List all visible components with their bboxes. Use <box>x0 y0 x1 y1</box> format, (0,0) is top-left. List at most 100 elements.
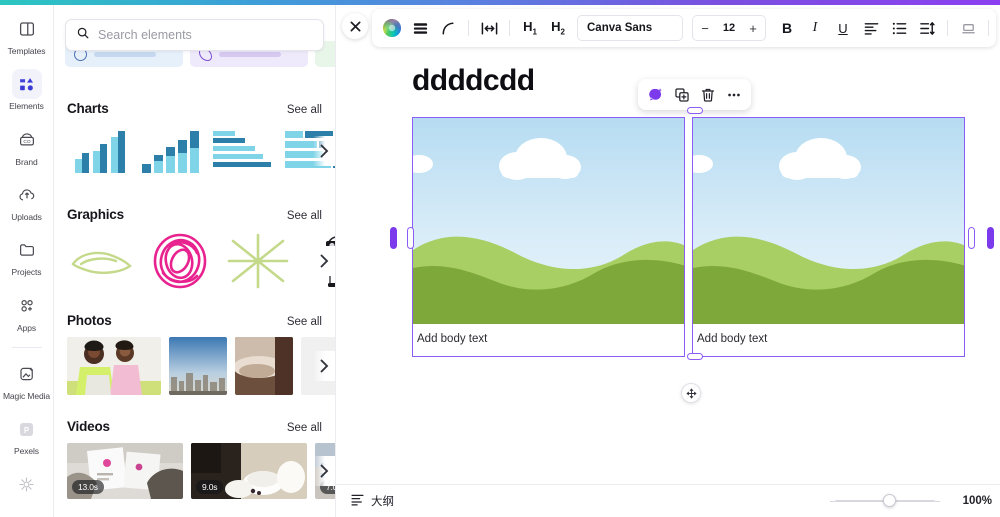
templates-icon <box>12 14 42 44</box>
left-sidebar-rail: Templates Elements CO Brand Uploads Proj… <box>0 0 54 517</box>
font-size-decrease[interactable]: − <box>695 21 715 36</box>
trash-icon[interactable] <box>696 83 719 106</box>
slide-1[interactable]: Add body text <box>412 117 685 357</box>
zoom-level-value: 100% <box>962 495 992 507</box>
color-wheel-icon[interactable] <box>379 15 405 41</box>
outline-toggle-button[interactable]: 大纲 <box>350 492 394 510</box>
see-all-charts[interactable]: See all <box>287 104 322 116</box>
charts-thumb-row <box>54 125 335 177</box>
section-videos: Videos See all 13.0s 9.0s 7. <box>54 419 335 499</box>
resize-handle-top-middle[interactable] <box>687 107 703 114</box>
sidebar-item-templates[interactable]: Templates <box>1 12 53 58</box>
zoom-track[interactable] <box>835 494 935 507</box>
heading-1-button[interactable]: H1 <box>517 15 543 41</box>
sidebar-item-brand[interactable]: CO Brand <box>1 123 53 169</box>
sidebar-item-label: Uploads <box>11 212 42 223</box>
sidebar-divider <box>11 347 42 349</box>
sidebar-item-magic-media[interactable]: Magic Media <box>1 357 53 403</box>
see-all-photos[interactable]: See all <box>287 316 322 328</box>
sidebar-item-pexels[interactable]: P Pexels <box>1 412 53 458</box>
bottom-status-bar: 大纲 100% <box>336 484 1000 517</box>
bold-button[interactable]: B <box>774 15 800 41</box>
align-left-icon[interactable] <box>858 15 884 41</box>
section-title: Charts <box>67 101 109 116</box>
font-family-select[interactable]: Canva Sans <box>577 15 683 41</box>
section-graphics: Graphics See all <box>54 207 335 291</box>
corner-curve-icon[interactable] <box>435 15 461 41</box>
duplicate-icon[interactable] <box>670 83 693 106</box>
slide-caption[interactable]: Add body text <box>413 322 684 356</box>
text-toolbar: H1 H2 Canva Sans − 12 + B I U <box>372 9 996 47</box>
video-thumb-coffee[interactable]: 9.0s <box>191 443 307 499</box>
graphic-thumb-scribble[interactable] <box>145 231 215 291</box>
videos-next-arrow[interactable] <box>313 456 335 486</box>
heading-2-button[interactable]: H2 <box>545 15 571 41</box>
resize-handle-right-outer[interactable] <box>987 227 994 249</box>
photo-thumb-cityscape[interactable] <box>169 337 227 395</box>
elements-icon <box>11 69 42 100</box>
graphic-thumb-leaf[interactable] <box>67 231 137 291</box>
sidebar-item-uploads[interactable]: Uploads <box>1 178 53 224</box>
font-size-value[interactable]: 12 <box>715 22 743 34</box>
photo-thumb-couple[interactable] <box>67 337 161 395</box>
close-panel-button[interactable] <box>342 13 368 39</box>
photo-thumb-abstract[interactable] <box>235 337 293 395</box>
zoom-thumb[interactable] <box>883 494 896 507</box>
resize-handle-right-inner[interactable] <box>968 227 975 249</box>
outline-label: 大纲 <box>371 496 394 508</box>
search-icon <box>76 26 90 45</box>
photos-next-arrow[interactable] <box>313 351 335 381</box>
zoom-slider[interactable] <box>830 494 940 507</box>
slide-2[interactable]: Add body text <box>692 117 965 357</box>
bullet-list-icon[interactable] <box>886 15 912 41</box>
section-header: Charts See all <box>54 101 335 116</box>
svg-text:CO: CO <box>23 139 30 145</box>
photos-thumb-row <box>54 337 335 395</box>
position-box-icon[interactable] <box>955 15 981 41</box>
section-charts: Charts See all <box>54 101 335 177</box>
element-float-toolbar <box>638 79 751 110</box>
section-title: Photos <box>67 313 112 328</box>
section-title: Graphics <box>67 207 124 222</box>
graphic-thumb-star-burst[interactable] <box>223 231 293 291</box>
sidebar-item-sparkle[interactable] <box>1 468 53 502</box>
spacing-icon[interactable] <box>476 15 502 41</box>
graphics-next-arrow[interactable] <box>313 246 335 276</box>
chart-thumb-bar[interactable] <box>211 125 275 177</box>
template-thumb-bar <box>219 51 281 57</box>
uploads-icon <box>12 180 42 210</box>
page-title[interactable]: ddddcdd <box>412 64 535 98</box>
magic-write-icon[interactable] <box>644 83 667 106</box>
section-header: Photos See all <box>54 313 335 328</box>
video-thumb-meeting[interactable]: 13.0s <box>67 443 183 499</box>
gradient-top-strip <box>0 0 1000 5</box>
toolbar-divider <box>468 20 469 36</box>
charts-next-arrow[interactable] <box>313 136 335 166</box>
resize-handle-left-inner[interactable] <box>407 227 414 249</box>
toolbar-divider <box>947 20 948 36</box>
resize-handle-left-outer[interactable] <box>390 227 397 249</box>
slide-group: Add body text Add body text <box>412 117 965 357</box>
sidebar-item-elements[interactable]: Elements <box>1 67 53 113</box>
slide-artwork <box>413 118 684 324</box>
line-spacing-icon[interactable] <box>914 15 940 41</box>
resize-handle-bottom-middle[interactable] <box>687 353 703 360</box>
video-duration-badge: 13.0s <box>72 480 104 494</box>
search-input[interactable]: Search elements <box>65 19 324 51</box>
chart-thumb-column[interactable] <box>67 125 131 177</box>
sidebar-item-projects[interactable]: Projects <box>1 233 53 279</box>
see-all-videos[interactable]: See all <box>287 422 322 434</box>
chart-thumb-stacked[interactable] <box>139 125 203 177</box>
sidebar-item-apps[interactable]: Apps <box>1 289 53 335</box>
italic-button[interactable]: I <box>802 15 828 41</box>
toolbar-divider <box>509 20 510 36</box>
move-handle-icon[interactable] <box>681 383 701 403</box>
font-size-increase[interactable]: + <box>743 21 763 36</box>
see-all-graphics[interactable]: See all <box>287 210 322 222</box>
brand-icon: CO <box>12 125 42 155</box>
underline-button[interactable]: U <box>830 15 856 41</box>
line-weight-icon[interactable] <box>407 15 433 41</box>
more-options-icon[interactable] <box>722 83 745 106</box>
more-options-icon[interactable]: » <box>996 15 1000 41</box>
slide-caption[interactable]: Add body text <box>693 322 964 356</box>
